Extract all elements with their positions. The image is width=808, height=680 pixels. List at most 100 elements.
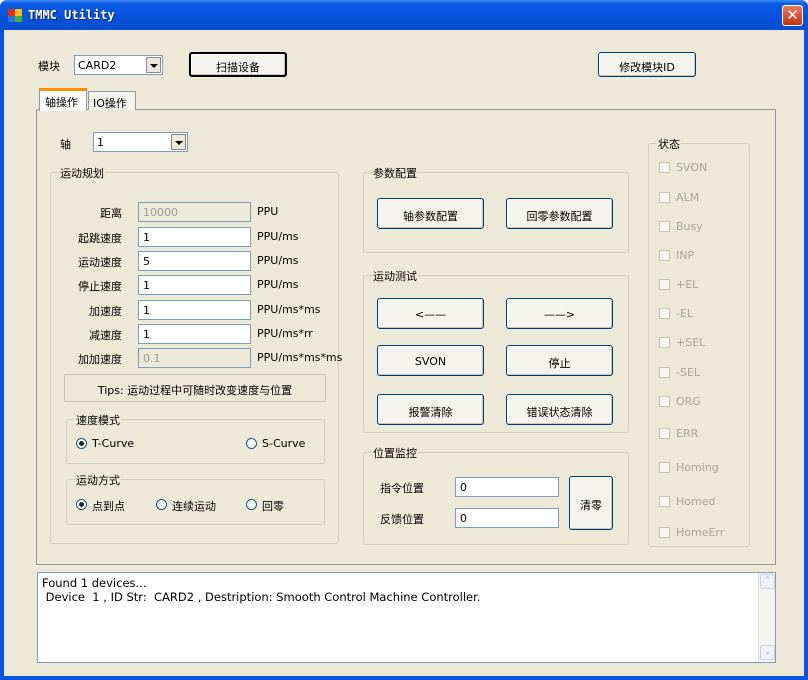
status-label: -EL [676,307,694,320]
status-checkbox [659,396,670,407]
param-input[interactable]: 1 [138,275,251,295]
status-label: ERR [676,427,699,440]
home-radio[interactable] [246,499,257,510]
jog-negative-label: <—— [414,308,447,321]
scan-devices-button[interactable]: 扫描设备 [189,52,287,77]
chevron-down-icon[interactable] [171,134,186,150]
param-label: 运动速度 [78,256,122,269]
status-label: ALM [676,191,700,204]
param-unit: PPU/ms*rr [257,327,313,340]
param-input: 10000 [138,202,251,222]
position-monitor-title: 位置监控 [372,445,418,461]
tab-io-label: IO操作 [93,97,127,110]
modify-module-id-label: 修改模块ID [619,61,675,74]
app-window: TMMC Utility ✕ 模块 CARD2 扫描设备 修改模块ID 轴操作 … [0,0,808,680]
feedback-position-label: 反馈位置 [380,513,424,526]
tips-text: Tips: 运动过程中可随时改变速度与位置 [97,384,293,397]
clear-position-button[interactable]: 清零 [569,476,613,530]
param-label: 停止速度 [78,280,122,293]
point-to-point-radio[interactable] [76,499,87,510]
tab-io-operation[interactable]: IO操作 [88,91,136,110]
error-clear-label: 错误状态清除 [526,406,593,419]
param-label: 加速度 [89,305,122,318]
motion-test-title: 运动测试 [372,268,418,284]
error-clear-button[interactable]: 错误状态清除 [506,394,613,425]
title-bar[interactable]: TMMC Utility ✕ [0,0,808,30]
param-unit: PPU/ms*ms*ms [257,351,343,364]
param-config-title: 参数配置 [372,165,418,181]
modify-module-id-button[interactable]: 修改模块ID [598,52,696,77]
module-select-value: CARD2 [78,59,117,72]
status-label: +SEL [676,336,706,349]
status-checkbox [659,337,670,348]
jog-positive-label: ——> [543,308,576,321]
param-label: 距离 [100,207,122,220]
home-param-config-button[interactable]: 回零参数配置 [506,198,613,229]
command-position-field[interactable]: 0 [455,477,559,497]
status-checkbox [659,250,670,261]
axis-select-value: 1 [97,136,104,149]
feedback-position-field[interactable]: 0 [455,508,559,528]
axis-param-config-label: 轴参数配置 [403,210,458,223]
scroll-down-icon[interactable]: ⌄ [760,645,775,660]
status-title: 状态 [657,136,681,152]
status-label: +EL [676,278,699,291]
s-curve-radio[interactable] [246,438,257,449]
t-curve-label: T-Curve [92,437,135,450]
home-label: 回零 [262,500,284,513]
close-button[interactable]: ✕ [782,5,803,26]
stop-label: 停止 [548,357,571,370]
module-select[interactable]: CARD2 [74,55,163,75]
module-label: 模块 [38,60,60,73]
axis-param-config-button[interactable]: 轴参数配置 [377,198,484,229]
status-checkbox [659,192,670,203]
alarm-clear-label: 报警清除 [408,406,453,419]
log-line-1: Found 1 devices... [42,576,147,590]
log-line-2: Device 1 , ID Str: CARD2 , Destription: … [42,590,481,604]
status-label: -SEL [676,366,701,379]
status-checkbox [659,367,670,378]
scroll-up-icon[interactable]: ⌃ [760,574,775,589]
continuous-radio[interactable] [156,499,167,510]
tips-box: Tips: 运动过程中可随时改变速度与位置 [64,374,326,402]
status-checkbox [659,527,670,538]
app-icon [8,9,22,22]
param-unit: PPU [257,205,279,218]
tab-axis-label: 轴操作 [45,96,78,109]
param-label: 起跳速度 [78,232,122,245]
param-input: 0.1 [138,348,251,368]
motion-plan-title: 运动规划 [59,165,105,181]
t-curve-radio[interactable] [76,438,87,449]
param-unit: PPU/ms [257,230,299,243]
command-position-label: 指令位置 [380,482,424,495]
continuous-label: 连续运动 [172,500,216,513]
param-input[interactable]: 1 [138,227,251,247]
status-checkbox [659,308,670,319]
status-label: HomeErr [676,526,725,539]
param-input[interactable]: 1 [138,324,251,344]
log-scrollbar[interactable]: ⌃ ⌄ [758,573,775,662]
axis-label: 轴 [60,138,71,151]
status-checkbox [659,428,670,439]
svon-button[interactable]: SVON [377,345,484,376]
log-output[interactable]: Found 1 devices... Device 1 , ID Str: CA… [37,572,776,663]
status-label: SVON [676,161,708,174]
param-label: 加加速度 [78,353,122,366]
jog-positive-button[interactable]: ——> [506,298,613,329]
param-input[interactable]: 5 [138,251,251,271]
axis-select[interactable]: 1 [93,132,188,152]
tab-axis-operation[interactable]: 轴操作 [39,88,87,111]
jog-negative-button[interactable]: <—— [377,298,484,329]
alarm-clear-button[interactable]: 报警清除 [377,394,484,425]
status-checkbox [659,462,670,473]
clear-position-label: 清零 [580,499,602,512]
status-label: Homed [676,495,716,508]
s-curve-label: S-Curve [262,437,306,450]
chevron-down-icon[interactable] [146,57,161,73]
status-label: INP [676,249,695,262]
scan-devices-label: 扫描设备 [216,61,260,74]
stop-button[interactable]: 停止 [506,345,613,376]
status-label: Busy [676,220,703,233]
param-input[interactable]: 1 [138,300,251,320]
param-unit: PPU/ms [257,254,299,267]
